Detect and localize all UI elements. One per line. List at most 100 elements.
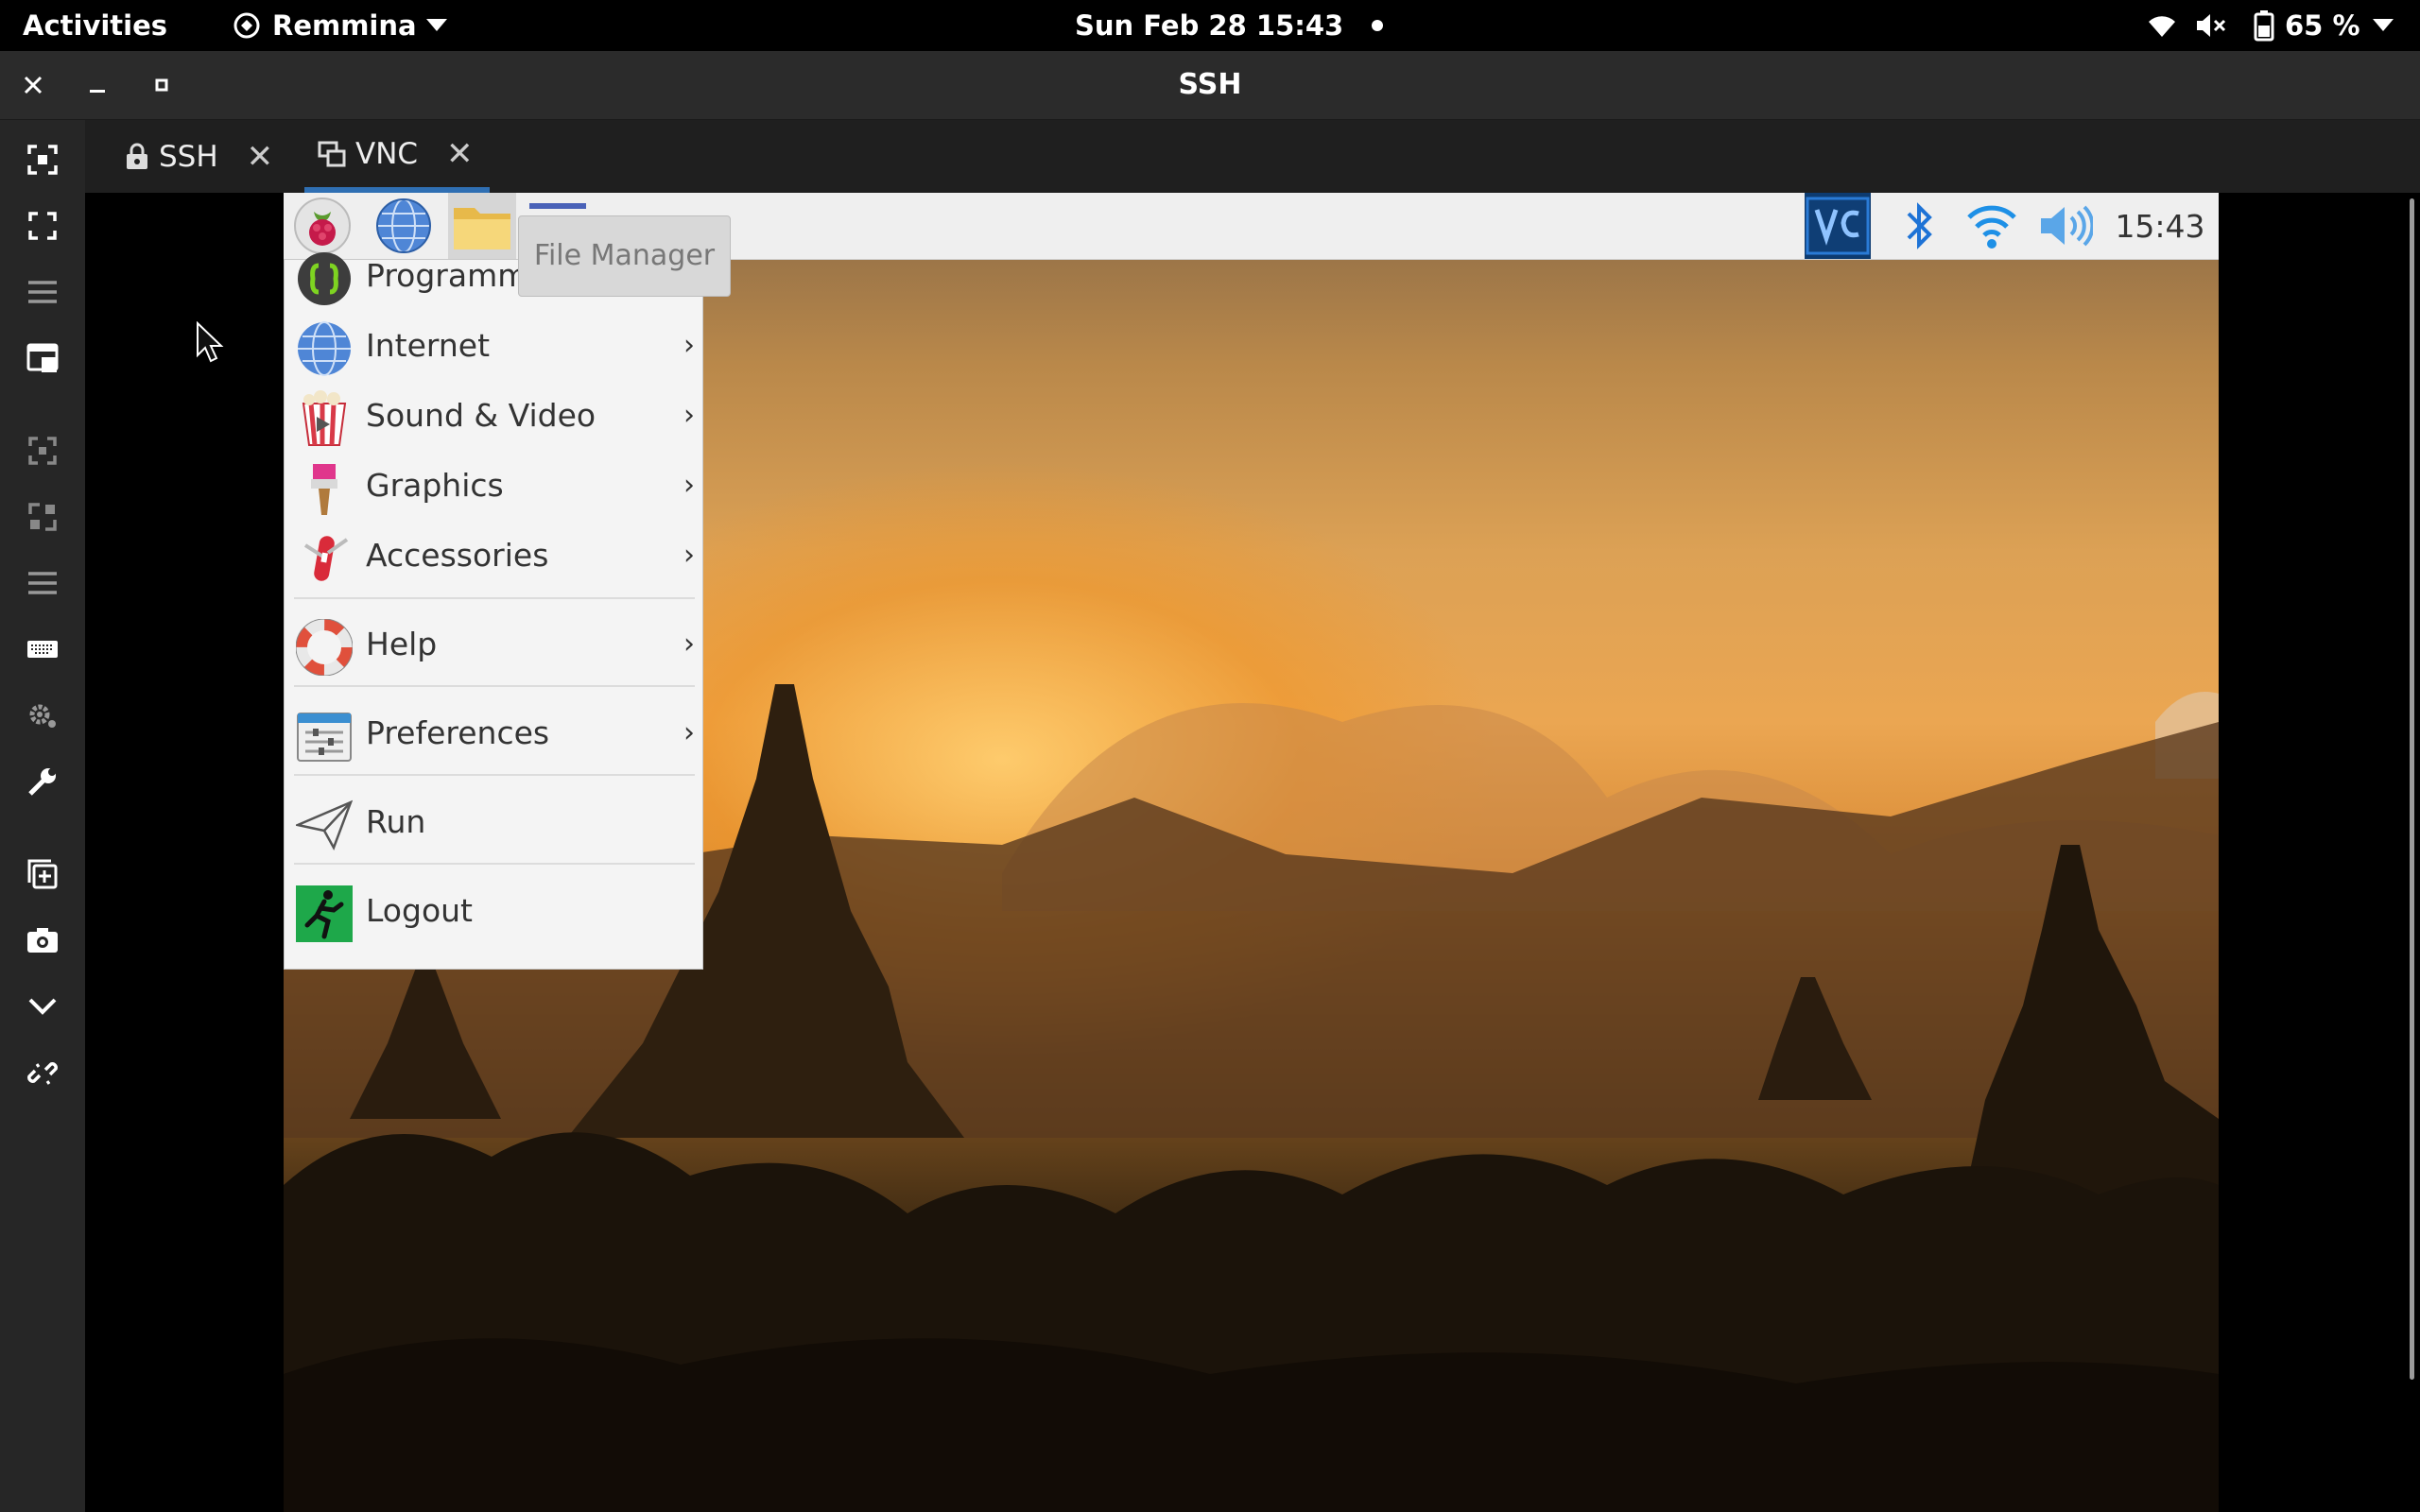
menu-separator — [294, 863, 695, 865]
bluetooth-tray[interactable] — [1891, 193, 1947, 259]
close-tab-icon[interactable]: ✕ — [247, 138, 274, 176]
submenu-arrow-icon: › — [683, 539, 695, 572]
remmina-icon — [233, 12, 260, 39]
tab-ssh[interactable]: SSH ✕ — [125, 120, 314, 193]
menu-item-label: Help — [366, 626, 438, 662]
vnc-icon — [1806, 197, 1870, 255]
duplicate-button[interactable] — [0, 846, 85, 902]
screenshot-button[interactable] — [0, 912, 85, 969]
menu-item-label: Internet — [366, 327, 491, 364]
vnc-server-tray[interactable] — [1805, 193, 1871, 259]
menu-icon — [28, 572, 57, 594]
keyboard-icon — [27, 641, 58, 658]
fullscreen-icon — [28, 212, 57, 240]
chevron-down-icon — [28, 998, 57, 1015]
volume-tray[interactable] — [2032, 193, 2099, 259]
menu-item-run[interactable]: Run — [285, 787, 704, 857]
menu-item-internet[interactable]: Internet › — [285, 311, 704, 381]
fit-window-icon — [27, 145, 58, 175]
close-tab-icon[interactable]: ✕ — [446, 135, 474, 173]
volume-muted-icon[interactable] — [2195, 0, 2227, 51]
disconnect-button[interactable] — [0, 1044, 85, 1101]
minimize-window-button[interactable] — [74, 51, 121, 119]
submenu-arrow-icon: › — [683, 329, 695, 362]
window-titlebar: SSH — [0, 51, 2420, 120]
battery-icon[interactable] — [2253, 0, 2275, 51]
menu-item-graphics[interactable]: Graphics › — [285, 451, 704, 521]
system-menu-caret-icon[interactable] — [2373, 0, 2394, 51]
remmina-toolbar — [0, 120, 85, 1512]
activities-button[interactable]: Activities — [23, 0, 167, 51]
connection-tabs: SSH ✕ VNC ✕ — [85, 120, 2420, 193]
minimize-icon — [90, 90, 105, 93]
remote-desktop[interactable]: 15:43 Programming › Internet › Sound & V… — [284, 193, 2219, 1512]
screens-icon — [318, 141, 346, 166]
wifi-icon — [1967, 205, 2016, 249]
menu-item-label: Preferences — [366, 714, 550, 751]
preferences-icon — [297, 713, 352, 762]
collapse-toolbar-button[interactable] — [0, 978, 85, 1035]
screenshot-icon — [27, 928, 58, 953]
close-icon — [24, 76, 43, 94]
duplicate-icon — [27, 859, 58, 889]
menu-item-help[interactable]: Help › — [285, 610, 704, 679]
maximize-window-button[interactable] — [138, 51, 185, 119]
submenu-arrow-icon: › — [683, 399, 695, 432]
menu-item-label: Run — [366, 803, 426, 840]
dynamic-resolution-button[interactable] — [0, 422, 85, 479]
scaled-view-icon — [26, 343, 59, 372]
wifi-icon[interactable] — [2146, 0, 2178, 51]
menu-button-2[interactable] — [0, 555, 85, 611]
window-title: SSH — [1178, 68, 1242, 101]
menu-item-preferences[interactable]: Preferences › — [285, 698, 704, 768]
menu-item-label: Sound & Video — [366, 397, 596, 434]
remote-clock[interactable]: 15:43 — [2113, 193, 2207, 259]
app-menu-button[interactable]: Remmina — [233, 0, 447, 51]
globe-icon — [298, 321, 351, 376]
menu-separator — [294, 685, 695, 687]
menu-separator — [294, 774, 695, 776]
menu-item-label: Graphics — [366, 467, 504, 504]
paintbrush-icon — [311, 464, 337, 515]
tools-button[interactable] — [0, 753, 85, 810]
menu-item-label: Logout — [366, 892, 473, 929]
scale-button[interactable] — [0, 489, 85, 545]
bluetooth-icon — [1907, 202, 1932, 249]
lock-icon — [127, 143, 147, 169]
fullscreen-button[interactable] — [0, 198, 85, 254]
caret-down-icon — [425, 19, 447, 31]
disconnect-icon — [27, 1062, 58, 1085]
swiss-knife-icon — [303, 536, 349, 581]
notification-dot-icon — [1371, 0, 1384, 51]
tab-label: VNC — [355, 136, 419, 171]
tab-vnc[interactable]: VNC ✕ — [304, 120, 490, 193]
vertical-scrollbar[interactable] — [2410, 198, 2414, 1380]
menu-item-accessories[interactable]: Accessories › — [285, 521, 704, 591]
preferences-button[interactable] — [0, 687, 85, 744]
mouse-pointer-icon — [197, 321, 224, 363]
submenu-arrow-icon: › — [683, 627, 695, 661]
submenu-arrow-icon: › — [683, 469, 695, 502]
app-name: Remmina — [272, 9, 417, 42]
exit-icon — [296, 885, 353, 942]
menu-item-logout[interactable]: Logout — [285, 876, 704, 946]
application-menu: Programming › Internet › Sound & Video ›… — [284, 252, 704, 970]
scaled-view-button[interactable] — [0, 330, 85, 387]
settings-icon — [29, 704, 56, 728]
menu-button[interactable] — [0, 264, 85, 320]
paper-plane-icon — [296, 799, 353, 850]
menu-item-label: Accessories — [366, 537, 549, 574]
submenu-arrow-icon: › — [683, 716, 695, 749]
menu-item-sound-video[interactable]: Sound & Video › — [285, 381, 704, 451]
maximize-icon — [155, 78, 168, 92]
fit-window-button[interactable] — [0, 131, 85, 188]
clock[interactable]: Sun Feb 28 15:43 — [1075, 0, 1343, 51]
wifi-tray[interactable] — [1959, 193, 2025, 259]
file-manager-tooltip: File Manager — [518, 215, 731, 297]
scale-icon — [28, 503, 57, 531]
close-window-button[interactable] — [9, 51, 57, 119]
keyboard-button[interactable] — [0, 621, 85, 678]
menu-separator — [294, 597, 695, 599]
menu-icon — [28, 281, 57, 303]
lifebuoy-icon — [296, 619, 353, 676]
